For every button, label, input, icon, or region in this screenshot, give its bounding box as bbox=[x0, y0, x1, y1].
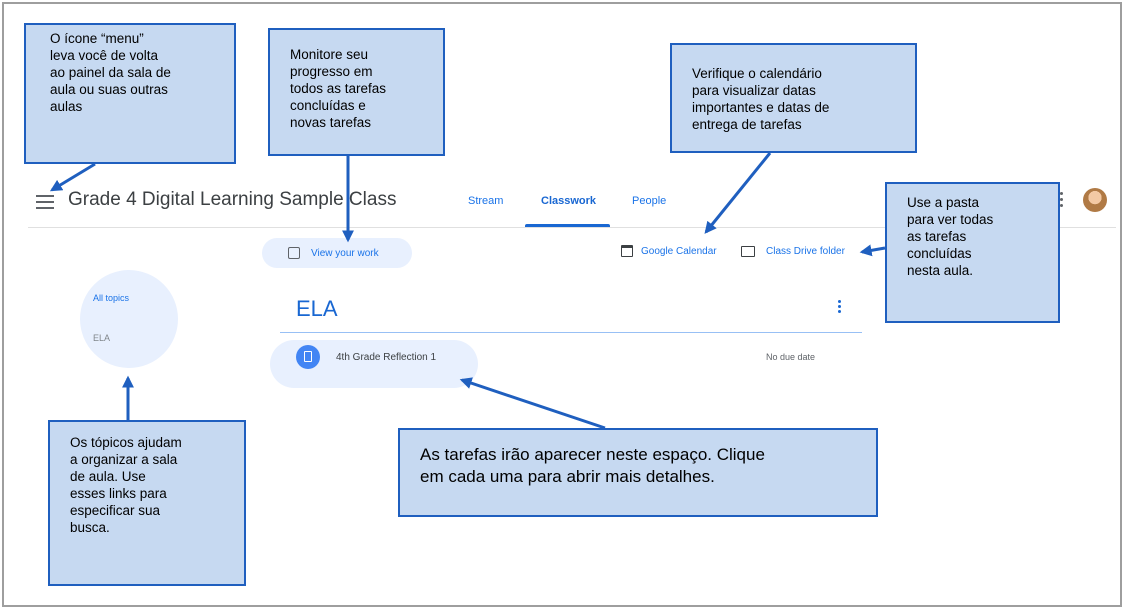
arrow-folder bbox=[859, 244, 886, 257]
arrow-menu bbox=[49, 162, 96, 192]
callout-arrows bbox=[49, 152, 886, 430]
arrow-calendar bbox=[704, 152, 772, 234]
arrow-assignments bbox=[459, 377, 606, 430]
